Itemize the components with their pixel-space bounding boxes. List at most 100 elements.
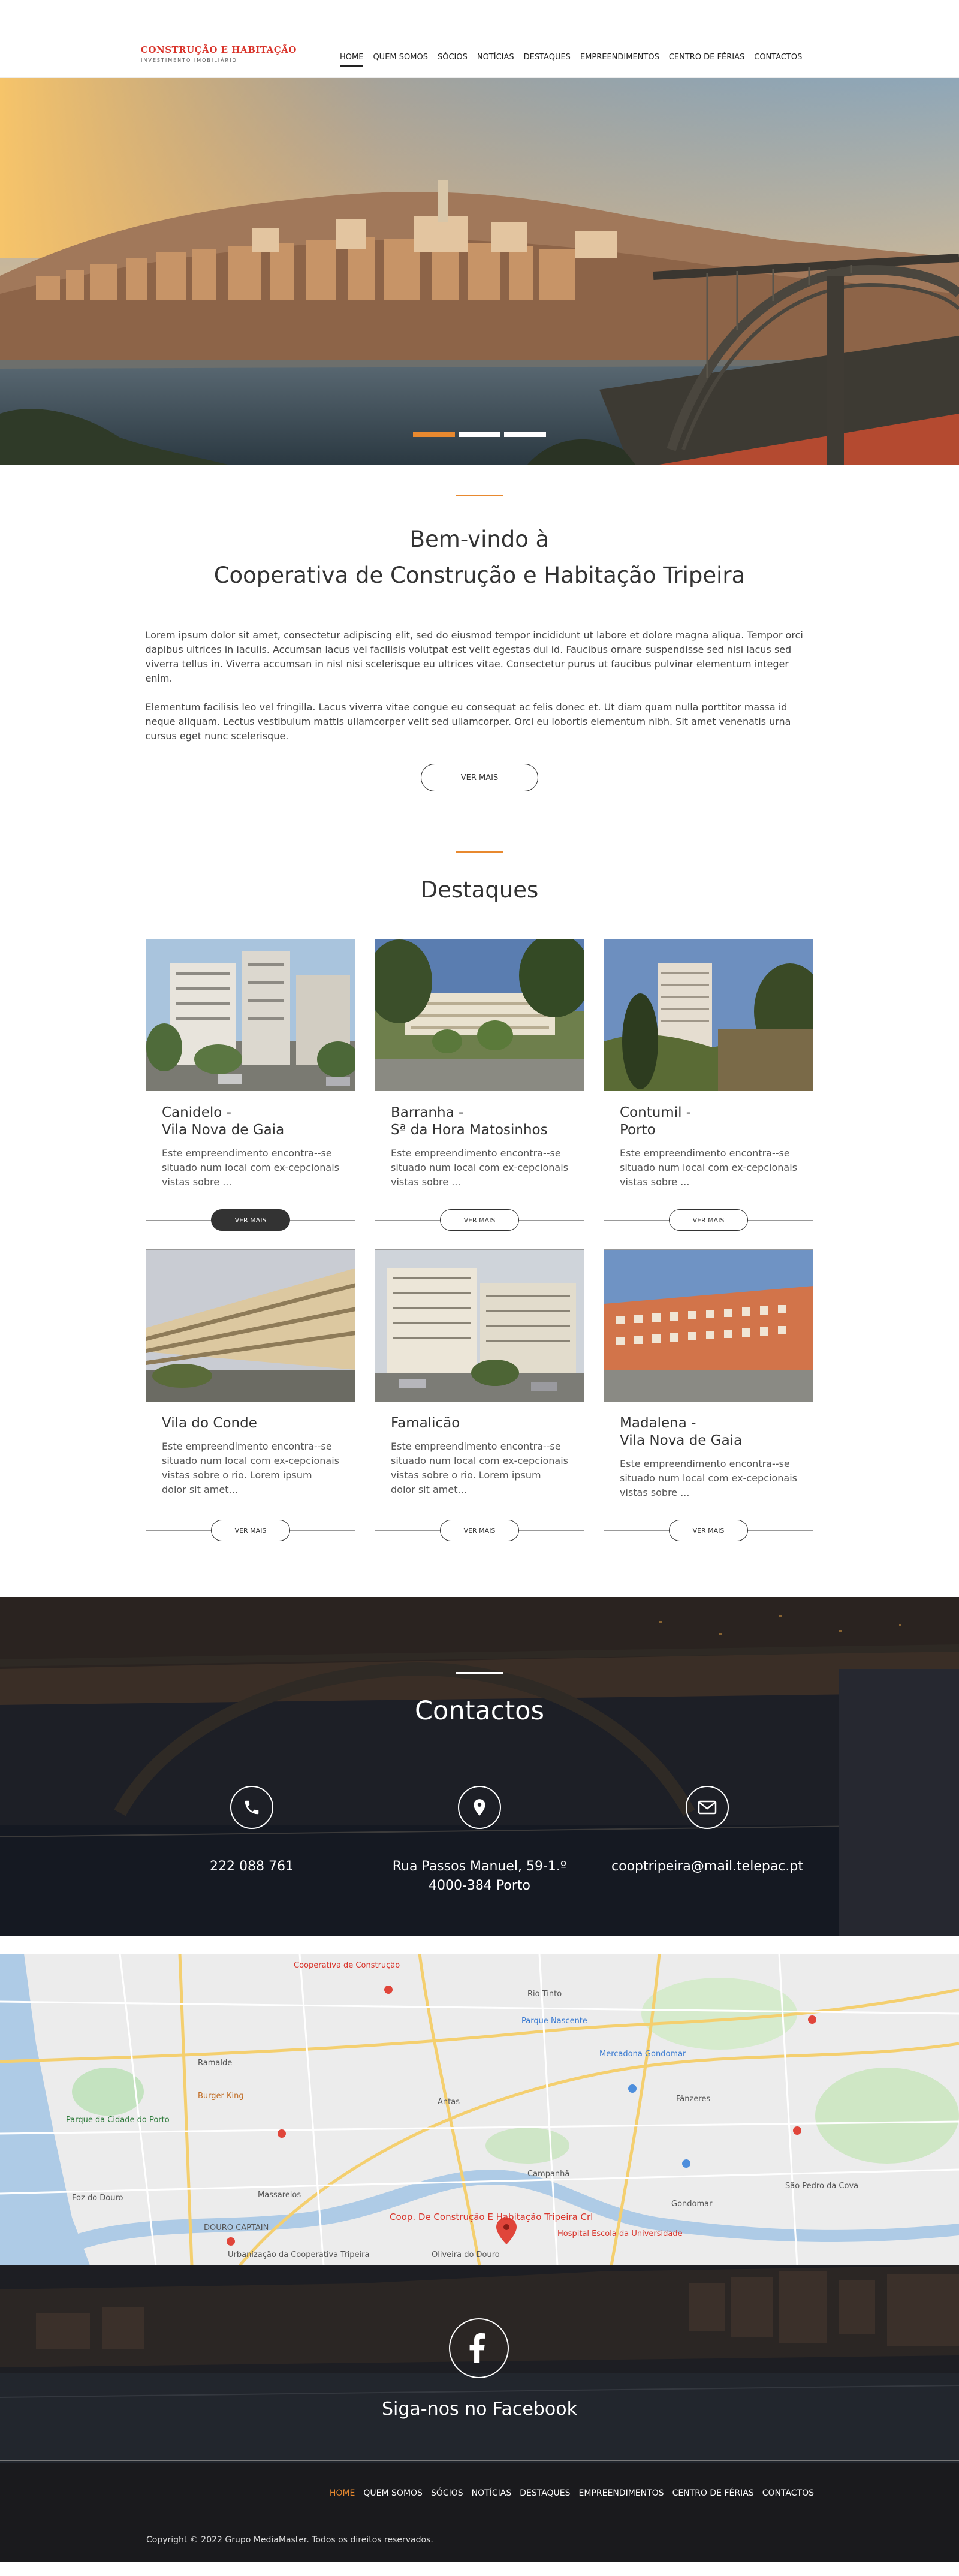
welcome-text: Lorem ipsum dolor sit amet, consectetur …	[146, 628, 814, 743]
site-logo[interactable]: CONSTRUÇÃO E HABITAÇÃO INVESTIMENTO IMOB…	[141, 44, 297, 63]
card-image[interactable]	[604, 939, 813, 1091]
logo-title: CONSTRUÇÃO E HABITAÇÃO	[141, 44, 297, 55]
footer-nav-contactos[interactable]: CONTACTOS	[762, 2488, 814, 2498]
facebook-button[interactable]	[449, 2318, 509, 2378]
footer-nav-socios[interactable]: SÓCIOS	[431, 2488, 463, 2498]
spacer	[0, 1936, 959, 1954]
card-title-line2: Sª da Hora Matosinhos	[391, 1122, 548, 1138]
map-label: Fânzeres	[676, 2095, 711, 2104]
card-image[interactable]	[604, 1250, 813, 1402]
map-label: Urbanização da Cooperativa Tripeira	[228, 2250, 370, 2259]
card-title: Famalicão	[375, 1402, 584, 1432]
destaques-title: Destaques	[420, 877, 539, 903]
destaque-card: Canidelo - Vila Nova de Gaia Este empree…	[146, 939, 355, 1231]
nav-socios[interactable]: SÓCIOS	[438, 53, 468, 67]
map-label: São Pedro da Cova	[785, 2182, 859, 2191]
destaque-card: Madalena - Vila Nova de Gaia Este empree…	[604, 1249, 813, 1541]
destaque-card: Famalicão Este empreendimento encontra--…	[375, 1249, 584, 1541]
card-more-button[interactable]: VER MAIS	[211, 1520, 290, 1541]
footer-nav-empreendimentos[interactable]: EMPREENDIMENTOS	[579, 2488, 664, 2498]
site-footer: Siga-nos no Facebook HOME QUEM SOMOS SÓC…	[0, 2265, 959, 2562]
nav-contactos[interactable]: CONTACTOS	[754, 53, 802, 67]
map-label: Rio Tinto	[527, 1990, 562, 1999]
card-title-line1: Vila do Conde	[162, 1415, 257, 1431]
card-title-line2: Vila Nova de Gaia	[162, 1122, 285, 1138]
map-label: Oliveira do Douro	[432, 2250, 500, 2259]
card-description: Este empreendimento encontra--se situado…	[162, 1441, 339, 1495]
contact-email: cooptripeira@mail.telepac.pt	[587, 1786, 827, 1876]
destaque-card: Contumil - Porto Este empreendimento enc…	[604, 939, 813, 1231]
location-map[interactable]: Cooperativa de Construção Rio Tinto Fânz…	[0, 1954, 959, 2265]
map-label: DOURO CAPTAIN	[204, 2224, 269, 2232]
contactos-content: Contactos 222 088 761 Rua Passos Manuel,…	[0, 1597, 959, 1936]
welcome-more-button[interactable]: VER MAIS	[421, 764, 538, 791]
nav-destaques[interactable]: DESTAQUES	[524, 53, 571, 67]
card-title-line1: Barranha -	[391, 1105, 464, 1120]
card-title: Canidelo - Vila Nova de Gaia	[146, 1091, 355, 1139]
footer-nav-home[interactable]: HOME	[330, 2488, 355, 2498]
nav-quem-somos[interactable]: QUEM SOMOS	[373, 53, 428, 67]
facebook-icon	[469, 2333, 485, 2363]
welcome-title-line1: Bem-vindo à	[409, 526, 550, 552]
phone-text[interactable]: 222 088 761	[132, 1857, 372, 1876]
card-more-button[interactable]: VER MAIS	[669, 1520, 748, 1541]
map-label: Ramalde	[198, 2059, 233, 2068]
facebook-text[interactable]: Siga-nos no Facebook	[0, 2399, 959, 2420]
nav-noticias[interactable]: NOTÍCIAS	[477, 53, 514, 67]
card-more-button[interactable]: VER MAIS	[211, 1209, 290, 1231]
card-description: Este empreendimento encontra--se situado…	[391, 1441, 568, 1495]
map-label: Gondomar	[671, 2200, 713, 2209]
address-line-2: 4000-384 Porto	[429, 1878, 530, 1893]
nav-home[interactable]: HOME	[340, 53, 364, 67]
welcome-title-line2: Cooperativa de Construção e Habitação Tr…	[213, 562, 746, 588]
contactos-title: Contactos	[414, 1696, 544, 1726]
slider-dot-3[interactable]	[504, 432, 546, 437]
contactos-section: Contactos 222 088 761 Rua Passos Manuel,…	[0, 1597, 959, 1936]
card-description: Este empreendimento encontra--se situado…	[162, 1147, 339, 1188]
card-more-button[interactable]: VER MAIS	[669, 1209, 748, 1231]
card-title-line2: Vila Nova de Gaia	[620, 1433, 743, 1448]
map-label: Parque Nascente	[521, 2017, 587, 2026]
card-title: Vila do Conde	[146, 1402, 355, 1432]
nav-empreendimentos[interactable]: EMPREENDIMENTOS	[580, 53, 659, 67]
map-label: Antas	[438, 2098, 460, 2107]
card-more-button[interactable]: VER MAIS	[440, 1209, 519, 1231]
destaques-cards: Canidelo - Vila Nova de Gaia Este empree…	[146, 939, 813, 1541]
logo-subtitle: INVESTIMENTO IMOBILIÁRIO	[141, 58, 237, 63]
card-image[interactable]	[375, 1250, 584, 1402]
envelope-icon	[686, 1786, 729, 1829]
card-more-button[interactable]: VER MAIS	[440, 1520, 519, 1541]
hero-slider	[0, 78, 959, 465]
card-title: Madalena - Vila Nova de Gaia	[604, 1402, 813, 1450]
footer-nav-quem-somos[interactable]: QUEM SOMOS	[363, 2488, 423, 2498]
slider-dot-1[interactable]	[413, 432, 455, 437]
card-image[interactable]	[375, 939, 584, 1091]
map-label: Cooperativa de Construção	[294, 1961, 400, 1970]
card-description: Este empreendimento encontra--se situado…	[620, 1458, 797, 1498]
address-line-1: Rua Passos Manuel, 59-1.º	[392, 1859, 567, 1874]
map-label: Hospital Escola da Universidade	[557, 2229, 683, 2238]
copyright-text: Copyright © 2022 Grupo MediaMaster. Todo…	[146, 2535, 433, 2545]
slider-dots	[0, 432, 959, 437]
card-image[interactable]	[146, 1250, 355, 1402]
card-title-line1: Famalicão	[391, 1415, 460, 1431]
section-divider	[456, 495, 503, 496]
card-image[interactable]	[146, 939, 355, 1091]
slider-dot-2[interactable]	[459, 432, 500, 437]
welcome-title: Bem-vindo à Cooperativa de Construção e …	[0, 522, 959, 593]
footer-nav-noticias[interactable]: NOTÍCIAS	[472, 2488, 512, 2498]
card-title-line1: Contumil -	[620, 1105, 692, 1120]
destaques-section: Destaques Canidelo - Vila Nova de Gaia E…	[0, 791, 959, 1597]
footer-nav-destaques[interactable]: DESTAQUES	[520, 2488, 570, 2498]
map-label: Burger King	[198, 2092, 244, 2101]
welcome-paragraph-1: Lorem ipsum dolor sit amet, consectetur …	[145, 629, 803, 684]
card-title: Contumil - Porto	[604, 1091, 813, 1139]
email-text[interactable]: cooptripeira@mail.telepac.pt	[587, 1857, 827, 1876]
destaque-card: Vila do Conde Este empreendimento encont…	[146, 1249, 355, 1541]
section-divider	[456, 1672, 503, 1674]
contact-phone: 222 088 761	[132, 1786, 372, 1876]
footer-nav-centro-ferias[interactable]: CENTRO DE FÉRIAS	[672, 2488, 754, 2498]
map-label: Mercadona Gondomar	[599, 2050, 686, 2059]
nav-centro-ferias[interactable]: CENTRO DE FÉRIAS	[669, 53, 744, 67]
card-description: Este empreendimento encontra--se situado…	[620, 1147, 797, 1188]
